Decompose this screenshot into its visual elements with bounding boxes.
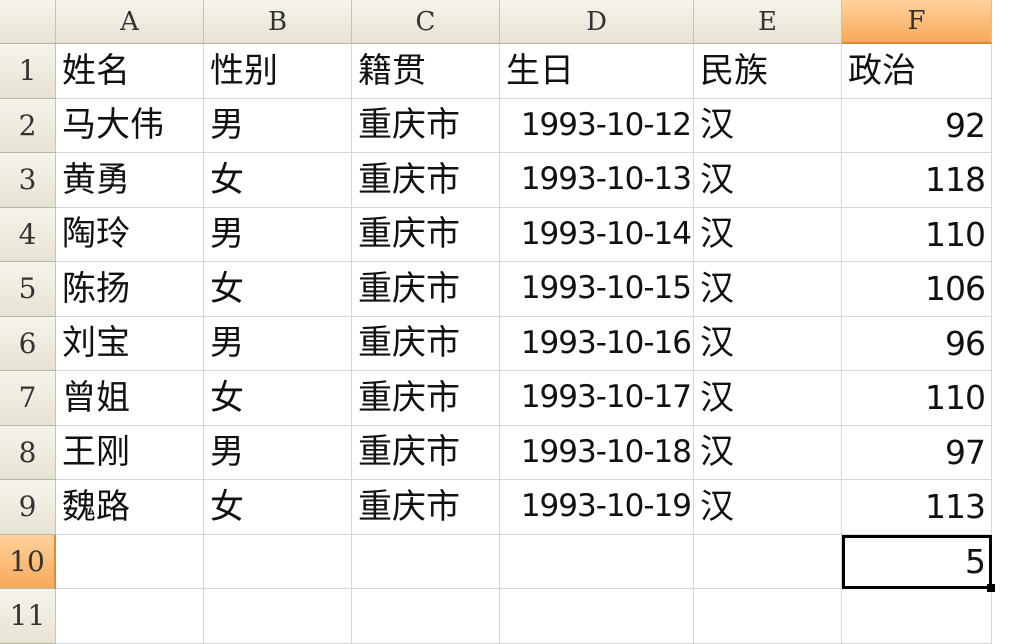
cell-d5[interactable]: 1993-10-15 bbox=[500, 262, 694, 317]
cell-e11[interactable] bbox=[694, 589, 842, 644]
cell-d9[interactable]: 1993-10-19 bbox=[500, 480, 694, 535]
cell-c5[interactable]: 重庆市 bbox=[352, 262, 500, 317]
cell-e7[interactable]: 汉 bbox=[694, 371, 842, 426]
cell-a9[interactable]: 魏路 bbox=[56, 480, 204, 535]
cell-f4[interactable]: 110 bbox=[842, 207, 992, 262]
cell-b6[interactable]: 男 bbox=[204, 316, 352, 371]
cell-c4[interactable]: 重庆市 bbox=[352, 207, 500, 262]
cell-c11[interactable] bbox=[352, 589, 500, 644]
cell-d2[interactable]: 1993-10-12 bbox=[500, 98, 694, 153]
row-header-1[interactable]: 1 bbox=[0, 44, 56, 99]
cell-e5[interactable]: 汉 bbox=[694, 262, 842, 317]
cell-b10[interactable] bbox=[204, 534, 352, 589]
cell-b9[interactable]: 女 bbox=[204, 480, 352, 535]
cell-e4[interactable]: 汉 bbox=[694, 207, 842, 262]
row-header-3[interactable]: 3 bbox=[0, 153, 56, 208]
cell-f6[interactable]: 96 bbox=[842, 316, 992, 371]
spreadsheet-grid[interactable]: A B C D E F 1 2 3 4 5 6 7 8 9 10 11 姓名 性别 籍贯 生日 民族 政治 马大伟男重庆市 19… bbox=[0, 0, 1024, 644]
cell-b11[interactable] bbox=[204, 589, 352, 644]
cell-f10[interactable]: 5 bbox=[842, 534, 992, 589]
cell-d1[interactable]: 生日 bbox=[500, 44, 694, 99]
row-header-9[interactable]: 9 bbox=[0, 480, 56, 535]
row-header-4[interactable]: 4 bbox=[0, 207, 56, 262]
cell-a2[interactable]: 马大伟 bbox=[56, 98, 204, 153]
cell-d11[interactable] bbox=[500, 589, 694, 644]
column-header-c[interactable]: C bbox=[352, 0, 500, 44]
column-header-e[interactable]: E bbox=[694, 0, 842, 44]
cell-a11[interactable] bbox=[56, 589, 204, 644]
cell-b1[interactable]: 性别 bbox=[204, 44, 352, 99]
row-header-10[interactable]: 10 bbox=[0, 534, 56, 589]
row-header-7[interactable]: 7 bbox=[0, 371, 56, 426]
cell-a1[interactable]: 姓名 bbox=[56, 44, 204, 99]
cell-d10[interactable] bbox=[500, 534, 694, 589]
cell-e3[interactable]: 汉 bbox=[694, 153, 842, 208]
cell-d6[interactable]: 1993-10-16 bbox=[500, 316, 694, 371]
cell-f11[interactable] bbox=[842, 589, 992, 644]
cell-e9[interactable]: 汉 bbox=[694, 480, 842, 535]
cell-d3[interactable]: 1993-10-13 bbox=[500, 153, 694, 208]
cell-b8[interactable]: 男 bbox=[204, 425, 352, 480]
cell-b7[interactable]: 女 bbox=[204, 371, 352, 426]
select-all-corner[interactable] bbox=[0, 0, 56, 44]
column-header-b[interactable]: B bbox=[204, 0, 352, 44]
cell-d4[interactable]: 1993-10-14 bbox=[500, 207, 694, 262]
cell-e10[interactable] bbox=[694, 534, 842, 589]
cell-c7[interactable]: 重庆市 bbox=[352, 371, 500, 426]
cell-e1[interactable]: 民族 bbox=[694, 44, 842, 99]
cell-e6[interactable]: 汉 bbox=[694, 316, 842, 371]
cell-b5[interactable]: 女 bbox=[204, 262, 352, 317]
fill-handle[interactable] bbox=[987, 584, 995, 592]
cell-f7[interactable]: 110 bbox=[842, 371, 992, 426]
cell-f9[interactable]: 113 bbox=[842, 480, 992, 535]
cell-c6[interactable]: 重庆市 bbox=[352, 316, 500, 371]
cell-b3[interactable]: 女 bbox=[204, 153, 352, 208]
cell-a8[interactable]: 王刚 bbox=[56, 425, 204, 480]
cell-d7[interactable]: 1993-10-17 bbox=[500, 371, 694, 426]
cell-a6[interactable]: 刘宝 bbox=[56, 316, 204, 371]
cell-f8[interactable]: 97 bbox=[842, 425, 992, 480]
cell-a10[interactable] bbox=[56, 534, 204, 589]
row-header-8[interactable]: 8 bbox=[0, 425, 56, 480]
row-header-6[interactable]: 6 bbox=[0, 316, 56, 371]
cell-f2[interactable]: 92 bbox=[842, 98, 992, 153]
cell-e2[interactable]: 汉 bbox=[694, 98, 842, 153]
row-header-11[interactable]: 11 bbox=[0, 589, 56, 644]
cell-f5[interactable]: 106 bbox=[842, 262, 992, 317]
cell-f3[interactable]: 118 bbox=[842, 153, 992, 208]
cell-f1[interactable]: 政治 bbox=[842, 44, 992, 99]
cell-a5[interactable]: 陈扬 bbox=[56, 262, 204, 317]
cell-c8[interactable]: 重庆市 bbox=[352, 425, 500, 480]
cell-a4[interactable]: 陶玲 bbox=[56, 207, 204, 262]
cell-c3[interactable]: 重庆市 bbox=[352, 153, 500, 208]
cell-c1[interactable]: 籍贯 bbox=[352, 44, 500, 99]
column-header-a[interactable]: A bbox=[56, 0, 204, 44]
cell-c9[interactable]: 重庆市 bbox=[352, 480, 500, 535]
cell-b2[interactable]: 男 bbox=[204, 98, 352, 153]
cell-a7[interactable]: 曾姐 bbox=[56, 371, 204, 426]
cell-b4[interactable]: 男 bbox=[204, 207, 352, 262]
cell-a3[interactable]: 黄勇 bbox=[56, 153, 204, 208]
cell-d8[interactable]: 1993-10-18 bbox=[500, 425, 694, 480]
column-header-f[interactable]: F bbox=[842, 0, 992, 44]
cell-e8[interactable]: 汉 bbox=[694, 425, 842, 480]
cell-c10[interactable] bbox=[352, 534, 500, 589]
cell-c2[interactable]: 重庆市 bbox=[352, 98, 500, 153]
row-header-2[interactable]: 2 bbox=[0, 98, 56, 153]
row-header-5[interactable]: 5 bbox=[0, 262, 56, 317]
column-header-d[interactable]: D bbox=[500, 0, 694, 44]
